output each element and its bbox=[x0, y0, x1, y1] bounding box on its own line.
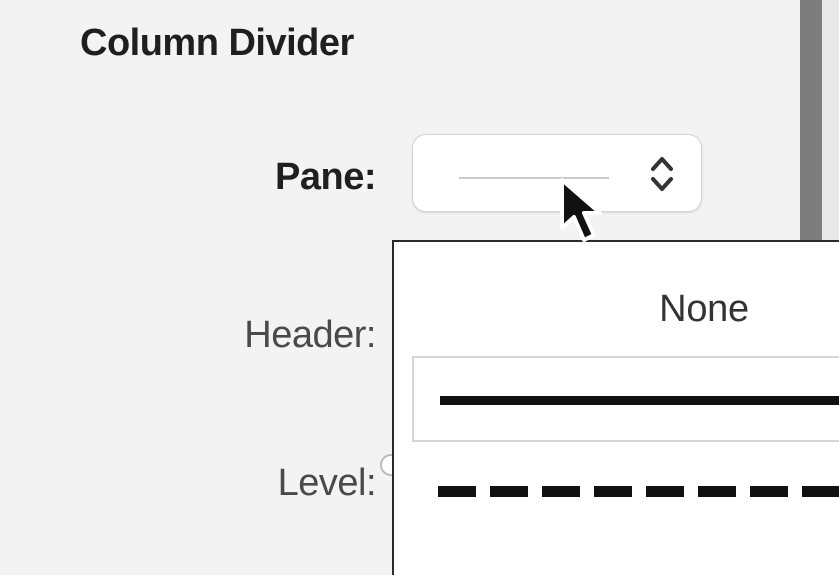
menu-item-solid-line[interactable] bbox=[412, 356, 839, 442]
line-style-menu: None bbox=[392, 240, 839, 575]
menu-item-dashed-line[interactable] bbox=[412, 450, 839, 536]
solid-line-swatch bbox=[440, 396, 839, 405]
up-down-chevron-icon bbox=[651, 157, 673, 191]
level-label: Level: bbox=[277, 462, 377, 504]
pane-label: Pane: bbox=[275, 156, 376, 198]
dashed-line-swatch bbox=[438, 486, 839, 497]
section-title: Column Divider bbox=[80, 22, 354, 64]
settings-panel: Column Divider Pane: Header: Level: None bbox=[0, 0, 839, 575]
header-label: Header: bbox=[244, 314, 376, 356]
menu-item-none[interactable]: None bbox=[394, 288, 839, 331]
arrow-cursor-icon bbox=[560, 178, 602, 242]
